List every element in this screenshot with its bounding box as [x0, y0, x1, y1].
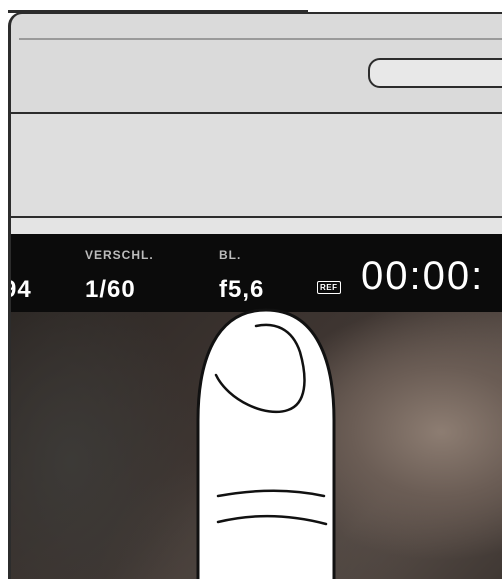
camera-device: 94 VERSCHL. 1/60 BL. f5,6 REF 00:00: — [0, 0, 502, 579]
device-mid-panel — [8, 112, 502, 220]
fps-value[interactable]: 94 — [11, 276, 32, 304]
screen-bezel — [8, 216, 502, 236]
timecode-value[interactable]: 00:00: — [361, 254, 484, 299]
ref-badge-icon: REF — [317, 281, 341, 294]
iris-label: BL. — [219, 248, 242, 262]
shutter-value[interactable]: 1/60 — [85, 276, 136, 304]
media-slot[interactable] — [368, 58, 502, 88]
finger-touch-icon — [196, 308, 336, 579]
shutter-label: VERSCHL. — [85, 248, 154, 262]
panel-divider — [19, 38, 502, 40]
